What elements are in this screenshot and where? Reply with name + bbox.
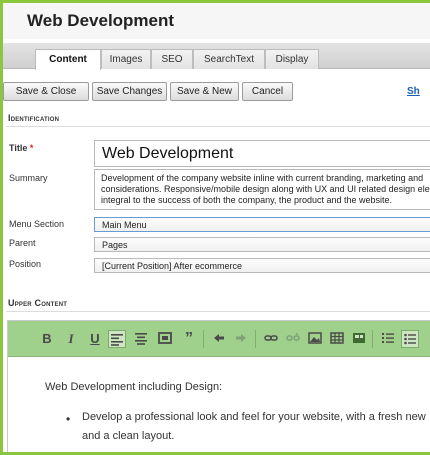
ordered-list-icon[interactable] bbox=[379, 330, 397, 348]
editor-toolbar: B I U ” bbox=[8, 321, 430, 357]
save-new-button[interactable]: Save & New bbox=[170, 82, 239, 101]
position-label: Position bbox=[9, 259, 42, 269]
title-label: Title * bbox=[9, 143, 33, 153]
underline-icon[interactable]: U bbox=[86, 330, 104, 348]
link-icon[interactable] bbox=[262, 330, 280, 348]
toolbar-separator bbox=[255, 330, 256, 348]
save-changes-button[interactable]: Save Changes bbox=[92, 82, 167, 101]
tab-images[interactable]: Images bbox=[101, 49, 151, 69]
media-icon[interactable] bbox=[156, 330, 174, 348]
align-left-icon[interactable] bbox=[108, 330, 126, 348]
unlink-icon[interactable] bbox=[284, 330, 302, 348]
title-field[interactable]: Web Development bbox=[94, 140, 430, 167]
bold-icon[interactable]: B bbox=[38, 330, 56, 348]
show-link[interactable]: Sh bbox=[407, 86, 420, 97]
table-cell-icon[interactable] bbox=[350, 330, 368, 348]
identification-heading: Identification bbox=[8, 113, 60, 123]
cancel-button[interactable]: Cancel bbox=[242, 82, 293, 101]
bullet-marker: • bbox=[66, 412, 71, 426]
position-select[interactable]: [Current Position] After ecommerce bbox=[94, 258, 430, 273]
parent-select[interactable]: Pages bbox=[94, 237, 430, 252]
title-label-text: Title bbox=[9, 143, 28, 153]
summary-field[interactable]: Development of the company website inlin… bbox=[94, 169, 430, 210]
save-close-button[interactable]: Save & Close bbox=[3, 82, 89, 101]
page-title: Web Development bbox=[27, 11, 175, 30]
toolbar-separator bbox=[203, 330, 204, 348]
tab-content[interactable]: Content bbox=[35, 49, 101, 70]
blockquote-icon[interactable]: ” bbox=[180, 330, 198, 348]
image-icon[interactable] bbox=[306, 330, 324, 348]
list-item-continuation: and a clean layout. bbox=[82, 430, 175, 442]
align-center-icon[interactable] bbox=[132, 330, 150, 348]
menu-section-label: Menu Section bbox=[9, 219, 65, 229]
upper-content-divider bbox=[6, 311, 430, 312]
page-header: Web Development bbox=[3, 3, 430, 39]
menu-section-select[interactable]: Main Menu bbox=[94, 217, 430, 232]
tab-seo[interactable]: SEO bbox=[151, 49, 193, 69]
undo-icon[interactable] bbox=[210, 330, 228, 348]
parent-label: Parent bbox=[9, 238, 36, 248]
unordered-list-icon[interactable] bbox=[401, 330, 419, 348]
list-item: Develop a professional look and feel for… bbox=[82, 411, 426, 423]
required-marker: * bbox=[29, 143, 34, 153]
editor-paragraph: Web Development including Design: bbox=[45, 381, 223, 393]
rich-text-editor: B I U ” Web Development including Design… bbox=[7, 320, 430, 452]
summary-label: Summary bbox=[9, 173, 48, 183]
italic-icon[interactable]: I bbox=[62, 330, 80, 348]
editor-body[interactable]: Web Development including Design: • Deve… bbox=[8, 358, 430, 452]
upper-content-heading: Upper Content bbox=[8, 298, 68, 308]
table-icon[interactable] bbox=[328, 330, 346, 348]
tab-bar: Content Images SEO SearchText Display bbox=[3, 43, 430, 70]
cms-editor-window: Web Development Content Images SEO Searc… bbox=[0, 0, 430, 455]
tab-searchtext[interactable]: SearchText bbox=[193, 49, 265, 69]
toolbar-separator bbox=[372, 330, 373, 348]
tab-display[interactable]: Display bbox=[265, 49, 319, 69]
identification-divider bbox=[6, 126, 430, 127]
redo-icon[interactable] bbox=[232, 330, 250, 348]
